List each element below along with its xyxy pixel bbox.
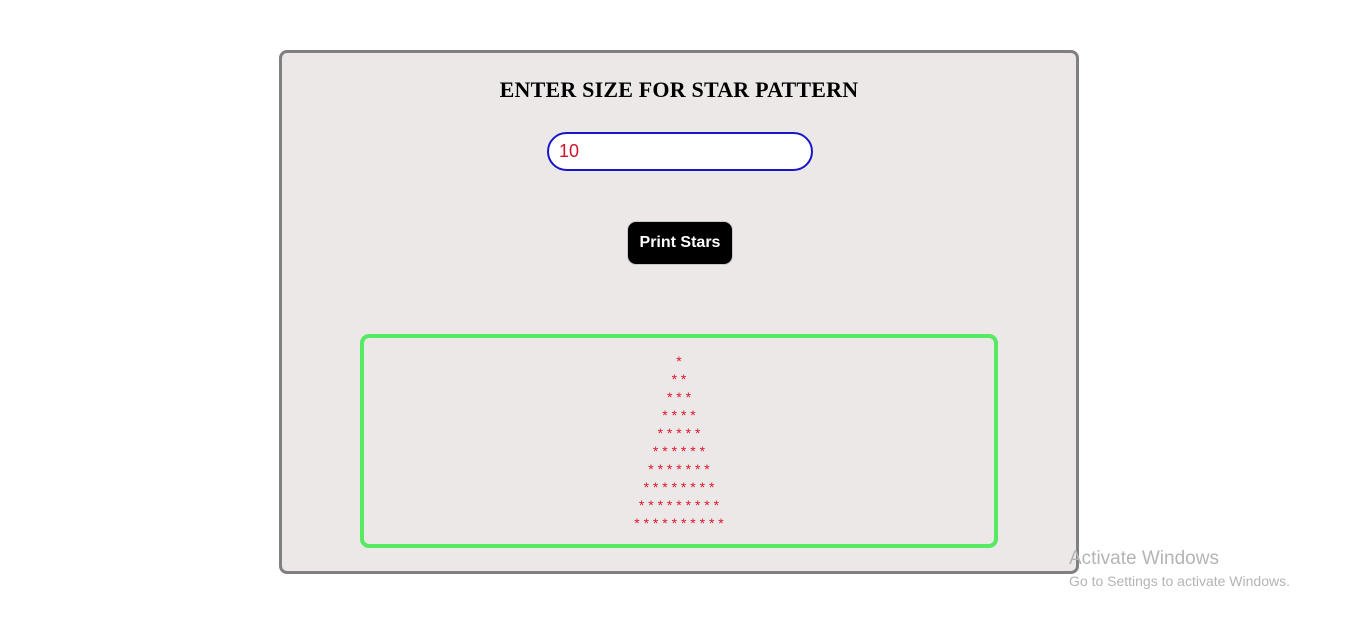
star-row: * * * * * * * * * — [638, 497, 720, 513]
star-output-box: * * * * * * * * * * * * * * * * * * * * … — [360, 334, 998, 548]
star-row: * * * * — [662, 407, 696, 423]
star-row: * — [676, 353, 682, 369]
activate-windows-watermark: Activate Windows Go to Settings to activ… — [1069, 548, 1290, 590]
size-input[interactable] — [547, 132, 813, 171]
star-row: * * * * * * * * — [643, 479, 715, 495]
print-stars-button[interactable]: Print Stars — [627, 221, 733, 265]
star-row: * * * * * * * — [648, 461, 710, 477]
star-row: * * * — [666, 389, 692, 405]
page-title: ENTER SIZE FOR STAR PATTERN — [499, 77, 859, 102]
star-row: * * * * * * — [652, 443, 706, 459]
star-row: * * — [671, 371, 687, 387]
watermark-title: Activate Windows — [1069, 548, 1219, 569]
watermark-subtitle: Go to Settings to activate Windows. — [1069, 573, 1290, 589]
star-pattern: * * * * * * * * * * * * * * * * * * * * … — [364, 352, 994, 532]
star-row: * * * * * — [657, 425, 701, 441]
star-row: * * * * * * * * * * — [634, 515, 724, 531]
star-pattern-card: ENTER SIZE FOR STAR PATTERN Print Stars … — [279, 50, 1079, 574]
